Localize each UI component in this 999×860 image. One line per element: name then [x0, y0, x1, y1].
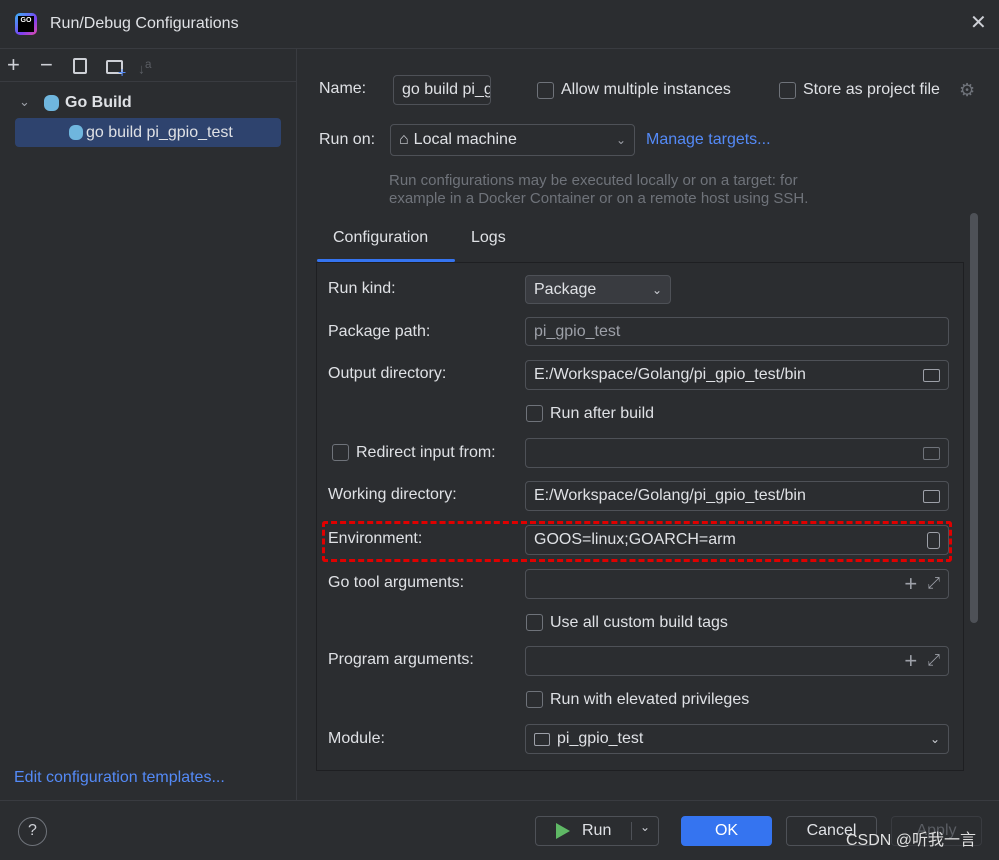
allow-multiple-checkbox[interactable] — [537, 82, 554, 99]
program-args-label: Program arguments: — [328, 651, 474, 668]
tree-item-selected[interactable]: go build pi_gpio_test — [15, 118, 281, 147]
chevron-down-icon: ⌄ — [929, 732, 940, 746]
redirect-input-field[interactable] — [525, 438, 949, 468]
run-on-dropdown[interactable]: ⌂ Local machine ⌄ — [390, 124, 635, 156]
chevron-down-icon[interactable]: ⌄ — [19, 92, 30, 112]
store-project-checkbox[interactable] — [779, 82, 796, 99]
store-project-label: Store as project file — [803, 81, 940, 98]
new-folder-icon[interactable]: + — [106, 60, 126, 80]
chevron-down-icon: ⌄ — [651, 282, 662, 297]
sidebar-divider — [296, 49, 297, 800]
program-args-input[interactable]: + ⤢ — [525, 646, 949, 676]
tab-logs[interactable]: Logs — [471, 228, 506, 248]
name-input[interactable]: go build pi_gpio_test — [393, 75, 491, 105]
window-title: Run/Debug Configurations — [50, 15, 239, 32]
elevated-label: Run with elevated privileges — [550, 691, 750, 708]
custom-tags-checkbox[interactable] — [526, 614, 543, 631]
add-icon[interactable]: + — [7, 54, 20, 76]
elevated-checkbox[interactable] — [526, 691, 543, 708]
folder-icon[interactable] — [923, 446, 940, 460]
go-tool-args-input[interactable]: + ⤢ — [525, 569, 949, 599]
module-select[interactable]: pi_gpio_test ⌄ — [525, 724, 949, 754]
package-path-label: Package path: — [328, 323, 431, 340]
chevron-down-icon[interactable]: ⌄ — [640, 820, 650, 834]
tab-configuration[interactable]: Configuration — [333, 228, 428, 248]
toolbar-divider — [0, 81, 296, 82]
ok-button[interactable]: OK — [681, 816, 772, 846]
home-icon: ⌂ — [399, 131, 409, 148]
chevron-down-icon: ⌄ — [615, 133, 626, 147]
go-tool-args-label: Go tool arguments: — [328, 574, 465, 591]
package-path-input[interactable]: pi_gpio_test — [525, 317, 949, 346]
expand-icon[interactable]: ⤢ — [927, 575, 940, 593]
help-button[interactable]: ? — [18, 817, 47, 846]
manage-targets-link[interactable]: Manage targets... — [646, 130, 771, 150]
name-label: Name: — [319, 80, 367, 97]
edit-list-icon[interactable] — [927, 531, 940, 549]
run-on-hint-2: example in a Docker Container or on a re… — [389, 190, 809, 207]
run-dropdown-divider — [631, 822, 632, 840]
go-build-icon — [44, 95, 59, 111]
remove-icon[interactable]: − — [40, 54, 53, 76]
output-dir-label: Output directory: — [328, 365, 447, 382]
run-on-hint: Run configurations may be executed local… — [389, 172, 798, 189]
run-icon — [556, 823, 570, 839]
close-icon[interactable]: ✕ — [970, 13, 987, 33]
title-divider — [0, 48, 999, 49]
module-label: Module: — [328, 730, 385, 747]
run-button[interactable]: Run ⌄ — [535, 816, 659, 846]
folder-icon[interactable] — [923, 489, 940, 503]
tree-item-label: go build pi_gpio_test — [86, 124, 233, 141]
gear-icon[interactable]: ⚙ — [959, 80, 975, 100]
environment-label: Environment: — [328, 530, 423, 547]
watermark: CSDN @听我一言 — [846, 832, 977, 849]
go-config-icon — [69, 125, 83, 140]
allow-multiple-label: Allow multiple instances — [561, 81, 731, 98]
run-kind-select[interactable]: Package ⌄ — [525, 275, 671, 304]
sort-icon[interactable]: ↓a — [138, 57, 151, 77]
custom-tags-label: Use all custom build tags — [550, 614, 728, 631]
scrollbar[interactable] — [970, 213, 978, 623]
expand-icon[interactable]: ⤢ — [927, 652, 940, 670]
app-icon: GO — [15, 13, 37, 35]
output-dir-input[interactable]: E:/Workspace/Golang/pi_gpio_test/bin — [525, 360, 949, 390]
module-folder-icon — [534, 732, 550, 746]
add-icon[interactable]: + — [904, 648, 917, 674]
run-on-label: Run on: — [319, 131, 376, 148]
working-dir-label: Working directory: — [328, 486, 457, 503]
environment-input[interactable]: GOOS=linux;GOARCH=arm — [525, 525, 949, 555]
copy-icon[interactable] — [73, 58, 87, 74]
folder-icon[interactable] — [923, 368, 940, 382]
edit-templates-link[interactable]: Edit configuration templates... — [14, 768, 225, 788]
run-kind-label: Run kind: — [328, 280, 396, 297]
redirect-input-checkbox[interactable] — [332, 444, 349, 461]
working-dir-input[interactable]: E:/Workspace/Golang/pi_gpio_test/bin — [525, 481, 949, 511]
redirect-input-label: Redirect input from: — [356, 444, 496, 461]
run-after-build-label: Run after build — [550, 405, 655, 422]
run-after-build-checkbox[interactable] — [526, 405, 543, 422]
add-icon[interactable]: + — [904, 571, 917, 597]
footer-divider — [0, 800, 999, 801]
tree-group-go-build[interactable]: Go Build — [65, 93, 132, 113]
